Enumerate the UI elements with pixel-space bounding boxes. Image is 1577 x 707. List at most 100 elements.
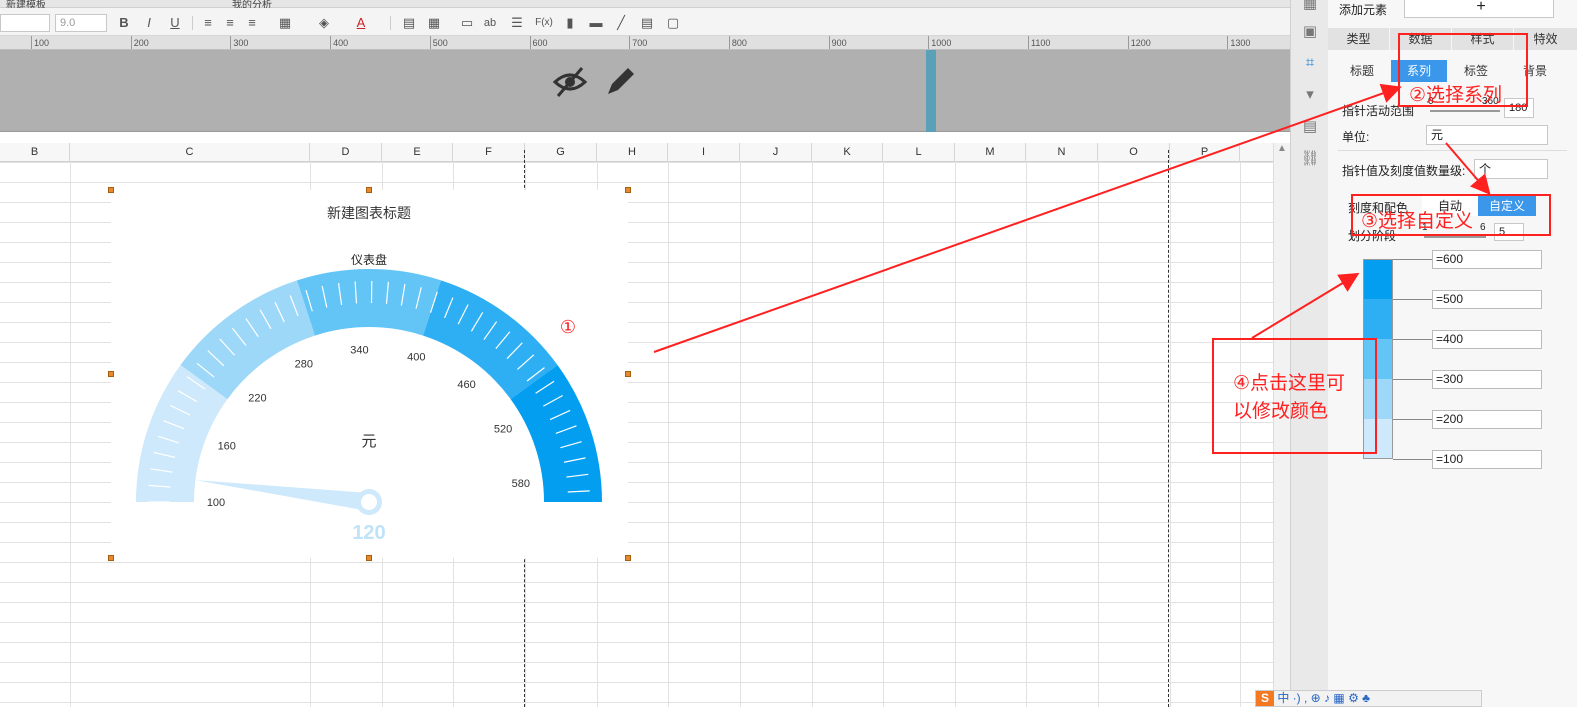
segment-leader-line bbox=[1393, 259, 1433, 260]
gauge-tick-label: 460 bbox=[457, 379, 475, 391]
column-header-o[interactable]: O bbox=[1098, 143, 1170, 162]
segment-leader-line bbox=[1393, 459, 1433, 460]
column-header-c[interactable]: C bbox=[70, 143, 310, 162]
merge-icon[interactable]: ▤ bbox=[400, 14, 418, 32]
resize-handle[interactable] bbox=[366, 555, 372, 561]
gauge-chart[interactable]: 新建图表标题 仪表盘 100 160 220 280 340 400 460 520 580 元… bbox=[111, 190, 628, 558]
align-center-icon[interactable]: ≡ bbox=[221, 14, 239, 32]
horizontal-ruler: 100 200 300 400 500 600 700 800 900 1000 1100 1200 1… bbox=[0, 36, 1290, 50]
resize-handle[interactable] bbox=[625, 187, 631, 193]
scroll-up-icon[interactable]: ▲ bbox=[1274, 143, 1290, 154]
ruler-tick: 300 bbox=[230, 36, 249, 49]
segment-value-input[interactable]: =600 bbox=[1432, 250, 1542, 269]
hide-eye-icon[interactable] bbox=[552, 66, 588, 98]
gauge-unit: 元 bbox=[361, 433, 376, 450]
italic-button[interactable]: I bbox=[140, 14, 158, 32]
gauge-tick-label: 280 bbox=[295, 359, 313, 371]
annotation-2: ②选择系列 bbox=[1409, 85, 1503, 106]
panel-divider bbox=[1338, 150, 1567, 151]
resize-handle[interactable] bbox=[108, 187, 114, 193]
column-header-l[interactable]: L bbox=[883, 143, 955, 162]
widget-icon[interactable]: ▣ bbox=[1300, 22, 1320, 42]
gauge-tick-label: 340 bbox=[350, 344, 368, 356]
report-band bbox=[0, 50, 1290, 132]
chart-element-icon[interactable]: ⌗ bbox=[1300, 53, 1320, 73]
cell-icon[interactable]: ▦ bbox=[1300, 0, 1320, 14]
resize-handle[interactable] bbox=[108, 555, 114, 561]
resize-handle[interactable] bbox=[366, 187, 372, 193]
font-family-select[interactable] bbox=[0, 14, 50, 32]
column-header: BCDEFGHIJKLMNOP bbox=[0, 143, 1273, 162]
column-header-i[interactable]: I bbox=[668, 143, 740, 162]
column-header-j[interactable]: J bbox=[740, 143, 812, 162]
gauge-band-3 bbox=[296, 269, 442, 336]
annotation-3: ③选择自定义 bbox=[1361, 211, 1474, 232]
add-element-button[interactable]: + bbox=[1404, 0, 1554, 18]
table-icon[interactable]: ▦ bbox=[425, 14, 443, 32]
ime-icon[interactable]: S bbox=[1256, 691, 1274, 706]
segment-value-input[interactable]: =300 bbox=[1432, 370, 1542, 389]
edit-pencil-icon[interactable] bbox=[604, 66, 636, 98]
segment-value-input[interactable]: =100 bbox=[1432, 450, 1542, 469]
chart-icon[interactable]: ▮ bbox=[561, 14, 579, 32]
slash-icon[interactable]: ╱ bbox=[612, 14, 630, 32]
ruler-tick: 1200 bbox=[1127, 36, 1151, 49]
resize-handle[interactable] bbox=[625, 555, 631, 561]
column-header-h[interactable]: H bbox=[597, 143, 668, 162]
segment-value-input[interactable]: =400 bbox=[1432, 330, 1542, 349]
grid-column-line bbox=[668, 162, 669, 707]
align-left-icon[interactable]: ≡ bbox=[199, 14, 217, 32]
underline-button[interactable]: U bbox=[166, 14, 184, 32]
annotation-1: ① bbox=[560, 317, 576, 338]
grid-column-line bbox=[955, 162, 956, 707]
column-header-k[interactable]: K bbox=[812, 143, 883, 162]
text-ab-button[interactable]: ab bbox=[481, 14, 499, 32]
ruler-tick: 400 bbox=[330, 36, 349, 49]
condition-icon[interactable]: ▤ bbox=[1300, 117, 1320, 137]
column-header-b[interactable]: B bbox=[0, 143, 70, 162]
ruler-tick: 900 bbox=[828, 36, 847, 49]
column-header-f[interactable]: F bbox=[453, 143, 525, 162]
column-header-m[interactable]: M bbox=[955, 143, 1026, 162]
tab-template[interactable]: 新建模板 bbox=[6, 0, 86, 8]
toolbar-divider bbox=[192, 16, 193, 30]
resize-handle[interactable] bbox=[108, 371, 114, 377]
magnitude-select[interactable]: 个 bbox=[1474, 159, 1548, 179]
link-icon[interactable]: ▭ bbox=[458, 14, 476, 32]
formula-button[interactable]: F(x) bbox=[533, 14, 555, 32]
image-icon[interactable]: ▬ bbox=[587, 14, 605, 32]
frame-icon[interactable]: ▢ bbox=[664, 14, 682, 32]
segment-value-input[interactable]: =500 bbox=[1432, 290, 1542, 309]
segment-value-input[interactable]: =200 bbox=[1432, 410, 1542, 429]
subtab-title[interactable]: 标题 bbox=[1333, 60, 1391, 82]
unit-input[interactable]: 元 bbox=[1426, 125, 1548, 145]
dropdown-widget-icon[interactable]: ▾ bbox=[1300, 85, 1320, 105]
column-header-p[interactable]: P bbox=[1170, 143, 1240, 162]
band-marker bbox=[926, 50, 936, 132]
gauge-bands bbox=[136, 269, 602, 502]
gauge-tick-label: 520 bbox=[494, 423, 512, 435]
paragraph-icon[interactable]: ☰ bbox=[508, 14, 526, 32]
resize-handle[interactable] bbox=[625, 371, 631, 377]
link-chain-icon[interactable]: ⛓ bbox=[1300, 149, 1320, 169]
pointer-range-slider[interactable] bbox=[1430, 110, 1500, 112]
font-color-icon[interactable]: A bbox=[352, 14, 370, 32]
column-header-d[interactable]: D bbox=[310, 143, 382, 162]
tab-analysis[interactable]: 我的分析 bbox=[232, 0, 312, 8]
fill-color-icon[interactable]: ◈ bbox=[315, 14, 333, 32]
align-right-icon[interactable]: ≡ bbox=[243, 14, 261, 32]
column-header-e[interactable]: E bbox=[382, 143, 453, 162]
color-segment-2[interactable] bbox=[1363, 299, 1393, 339]
chart-title[interactable]: 新建图表标题 bbox=[327, 205, 411, 221]
font-size-select[interactable]: 9.0 bbox=[55, 14, 107, 32]
border-icon[interactable]: ▦ bbox=[276, 14, 294, 32]
gauge-tick-label: 220 bbox=[248, 392, 266, 404]
stage-slider[interactable] bbox=[1424, 236, 1486, 238]
gauge-svg: 新建图表标题 仪表盘 100 160 220 280 340 400 460 520 580 元… bbox=[136, 205, 602, 544]
doc-icon[interactable]: ▤ bbox=[638, 14, 656, 32]
bold-button[interactable]: B bbox=[115, 14, 133, 32]
column-header-n[interactable]: N bbox=[1026, 143, 1098, 162]
tab-type[interactable]: 类型 bbox=[1328, 28, 1389, 50]
column-header-g[interactable]: G bbox=[525, 143, 597, 162]
color-segment-1[interactable] bbox=[1363, 259, 1393, 299]
